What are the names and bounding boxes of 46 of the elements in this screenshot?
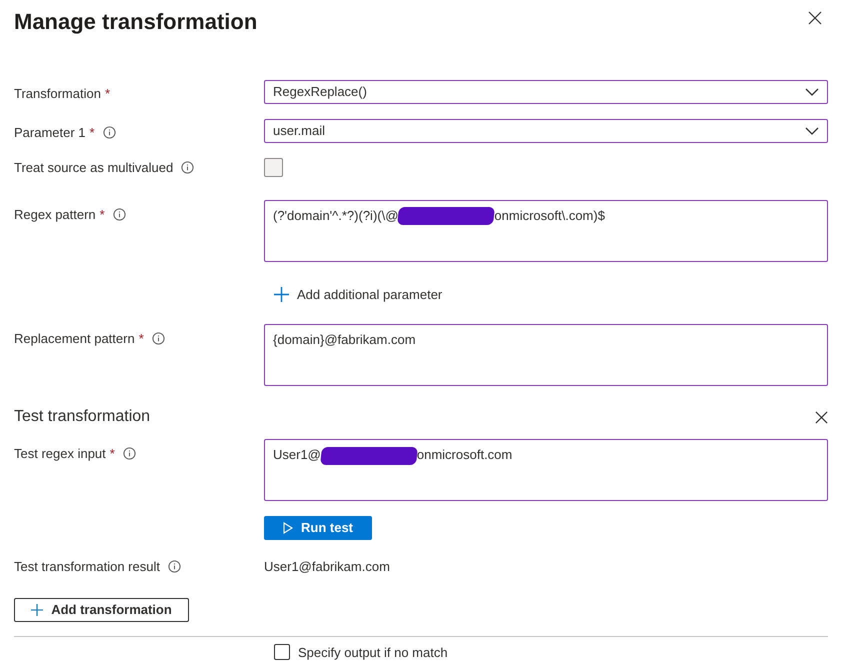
result-value: User1@fabrikam.com [264, 558, 390, 576]
field-label: Parameter 1 [14, 124, 86, 142]
dropdown[interactable]: RegexReplace() [264, 80, 828, 104]
info-icon[interactable] [168, 560, 181, 574]
field-label: Replacement pattern [14, 330, 135, 348]
field-label: Regex pattern [14, 206, 96, 224]
info-icon[interactable] [181, 161, 194, 174]
chevron-down-icon [805, 88, 819, 96]
checkbox-label: Specify output if no match [298, 644, 448, 662]
info-icon[interactable] [152, 332, 165, 346]
required-mark: * [90, 124, 95, 142]
add-parameter-link[interactable]: Add additional parameter [274, 284, 442, 304]
close-button[interactable] [815, 410, 828, 424]
dropdown-value: user.mail [273, 122, 326, 140]
text-area[interactable]: {domain}@fabrikam.com [264, 324, 828, 386]
dropdown[interactable]: user.mail [264, 119, 828, 143]
field-label: Transformation [14, 85, 101, 103]
add-transformation-button[interactable]: Add transformation [14, 598, 189, 622]
info-icon[interactable] [112, 208, 126, 221]
panel-title: Manage transformation [14, 8, 258, 36]
run-test-button[interactable]: Run test [264, 516, 372, 540]
field-label: Test transformation result [14, 558, 160, 576]
required-mark: * [100, 206, 105, 224]
section-heading: Test transformation [14, 407, 150, 427]
play-icon [283, 522, 293, 534]
plus-icon [274, 286, 289, 302]
checkbox[interactable] [274, 644, 290, 660]
field-value: User1@ [273, 447, 321, 462]
text-area[interactable]: (?'domain'^.*?)(?i)(\@ onmicrosoft\.com)$ [264, 200, 828, 262]
required-mark: * [104, 85, 110, 103]
field-value: (?'domain'^.*?)(?i)(\@ [273, 208, 398, 222]
required-mark: * [138, 330, 144, 348]
dropdown-value: RegexReplace() [273, 83, 367, 102]
text-area[interactable]: User1@ onmicrosoft.com [264, 439, 828, 501]
info-icon[interactable] [122, 447, 136, 460]
field-label: Test regex input [14, 445, 106, 463]
chevron-down-icon [805, 127, 819, 135]
field-value: onmicrosoft.com [416, 447, 512, 462]
checkbox[interactable] [264, 158, 283, 178]
field-value: onmicrosoft\.com)$ [494, 208, 605, 222]
info-icon[interactable] [102, 126, 116, 140]
required-mark: * [110, 445, 115, 463]
plus-icon [31, 604, 44, 616]
field-value: {domain}@fabrikam.com [273, 332, 416, 347]
close-button[interactable] [808, 11, 822, 25]
field-label: Treat source as multivalued [14, 159, 174, 177]
